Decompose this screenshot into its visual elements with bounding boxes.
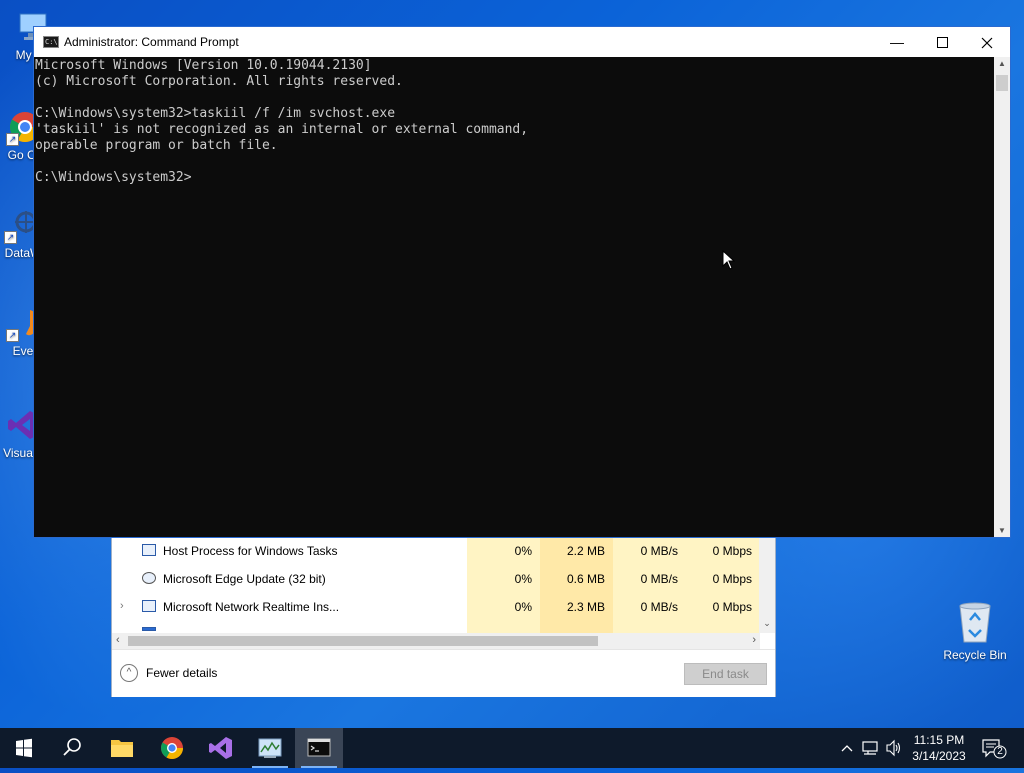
process-icon	[142, 544, 156, 556]
memory-cell	[540, 621, 613, 633]
network-cell: 0 Mbps	[686, 565, 760, 593]
chrome-icon	[161, 737, 183, 759]
process-row[interactable]: › Microsoft Network Realtime Ins... 0% 2…	[112, 593, 760, 621]
chevron-right-icon[interactable]: ›	[120, 600, 124, 612]
close-button[interactable]	[964, 27, 1010, 57]
maximize-button[interactable]	[919, 27, 965, 57]
visual-studio-icon	[209, 737, 232, 759]
volume-button[interactable]	[884, 728, 904, 768]
disk-cell: 0 MB/s	[613, 593, 686, 621]
network-button[interactable]	[860, 728, 882, 768]
notification-count: 2	[997, 746, 1003, 757]
shortcut-arrow-icon: ↗	[4, 231, 17, 244]
window-title: Administrator: Command Prompt	[64, 35, 239, 49]
console-line: (c) Microsoft Corporation. All rights re…	[35, 74, 403, 89]
network-cell: 0 Mbps	[686, 593, 760, 621]
task-manager-footer: ^ Fewer details End task	[112, 649, 775, 697]
close-icon	[981, 37, 993, 49]
cpu-cell: 0%	[467, 565, 540, 593]
cpu-cell: 0%	[467, 593, 540, 621]
show-hidden-icons-button[interactable]	[838, 728, 856, 768]
chevron-down-icon[interactable]: ▼	[994, 526, 1010, 535]
clock[interactable]: 11:15 PM 3/14/2023	[904, 732, 974, 764]
taskbar: 11:15 PM 3/14/2023 2	[0, 728, 1024, 768]
cpu-cell	[467, 621, 540, 633]
cpu-cell: 0%	[467, 537, 540, 565]
network-icon	[862, 741, 878, 755]
minimize-button[interactable]: —	[874, 27, 920, 57]
desktop-icon-recycle-bin[interactable]: Recycle Bin	[938, 600, 1012, 662]
shortcut-arrow-icon: ↗	[6, 329, 19, 342]
maximize-icon	[936, 36, 948, 48]
console-line: C:\Windows\system32>taskiil /f /im svcho…	[35, 106, 396, 121]
cmd-icon	[307, 738, 331, 757]
command-prompt-window[interactable]: C:\ Administrator: Command Prompt — Micr…	[33, 26, 1011, 538]
clock-date: 3/14/2023	[912, 749, 966, 763]
edge-update-icon	[142, 572, 156, 584]
process-row[interactable]: Host Process for Windows Tasks 0% 2.2 MB…	[112, 537, 760, 565]
task-manager-button[interactable]	[246, 728, 294, 768]
vertical-scrollbar[interactable]: ▲ ▼	[994, 57, 1010, 537]
scroll-thumb[interactable]	[996, 75, 1008, 91]
process-icon	[142, 627, 156, 631]
start-button[interactable]	[0, 728, 48, 768]
console-line: operable program or batch file.	[35, 138, 278, 153]
network-cell	[686, 621, 760, 633]
console-line: Microsoft Windows [Version 10.0.19044.21…	[35, 58, 372, 73]
process-row[interactable]: Microsoft Edge Update (32 bit) 0% 0.6 MB…	[112, 565, 760, 593]
file-explorer-button[interactable]	[98, 728, 146, 768]
chevron-left-icon[interactable]: ‹	[116, 634, 120, 646]
chevron-up-icon[interactable]: ^	[120, 664, 138, 682]
title-bar[interactable]: C:\ Administrator: Command Prompt —	[34, 27, 1010, 57]
horizontal-scrollbar[interactable]: ‹ ›	[112, 633, 760, 649]
chevron-down-icon[interactable]: ⌄	[759, 618, 775, 629]
disk-cell: 0 MB/s	[613, 565, 686, 593]
disk-cell	[613, 621, 686, 633]
process-row-partial	[112, 621, 760, 633]
folder-icon	[111, 740, 133, 757]
process-name: Microsoft Edge Update (32 bit)	[163, 572, 326, 586]
search-button[interactable]	[48, 728, 96, 768]
notifications-button[interactable]: 2	[980, 736, 1008, 760]
desktop-icon-label: Recycle Bin	[943, 648, 1007, 662]
recycle-bin-icon	[955, 600, 995, 644]
task-manager-window: Host Process for Windows Tasks 0% 2.2 MB…	[111, 520, 776, 697]
task-manager-icon	[258, 738, 282, 758]
console-line: 'taskiil' is not recognized as an intern…	[35, 122, 529, 137]
visual-studio-button[interactable]	[197, 728, 245, 768]
chevron-up-icon[interactable]: ▲	[994, 59, 1010, 68]
windows-icon	[16, 738, 32, 758]
end-task-button[interactable]: End task	[684, 663, 767, 685]
memory-cell: 2.2 MB	[540, 537, 613, 565]
fewer-details-link[interactable]: Fewer details	[146, 666, 217, 680]
memory-cell: 2.3 MB	[540, 593, 613, 621]
console-output[interactable]: Microsoft Windows [Version 10.0.19044.21…	[34, 57, 994, 537]
volume-icon	[886, 739, 901, 757]
process-name: Microsoft Network Realtime Ins...	[163, 600, 340, 614]
chrome-button[interactable]	[148, 728, 196, 768]
mouse-cursor-icon	[722, 250, 736, 270]
desktop: My Co ↗ Go Ch ↗ DataW ↗ Ever Visua 2 Hos…	[0, 0, 1024, 728]
shortcut-arrow-icon: ↗	[6, 133, 19, 146]
cmd-icon: C:\	[43, 36, 59, 48]
memory-cell: 0.6 MB	[540, 565, 613, 593]
process-icon	[142, 600, 156, 612]
console-prompt-line[interactable]: C:\Windows\system32>	[35, 170, 994, 186]
search-icon	[63, 738, 81, 756]
disk-cell: 0 MB/s	[613, 537, 686, 565]
process-name: Host Process for Windows Tasks	[163, 544, 338, 558]
chevron-up-icon	[841, 745, 853, 752]
scroll-thumb[interactable]	[128, 636, 598, 646]
command-prompt-button[interactable]	[295, 728, 343, 768]
chevron-right-icon[interactable]: ›	[752, 634, 756, 646]
clock-time: 11:15 PM	[913, 733, 965, 747]
network-cell: 0 Mbps	[686, 537, 760, 565]
